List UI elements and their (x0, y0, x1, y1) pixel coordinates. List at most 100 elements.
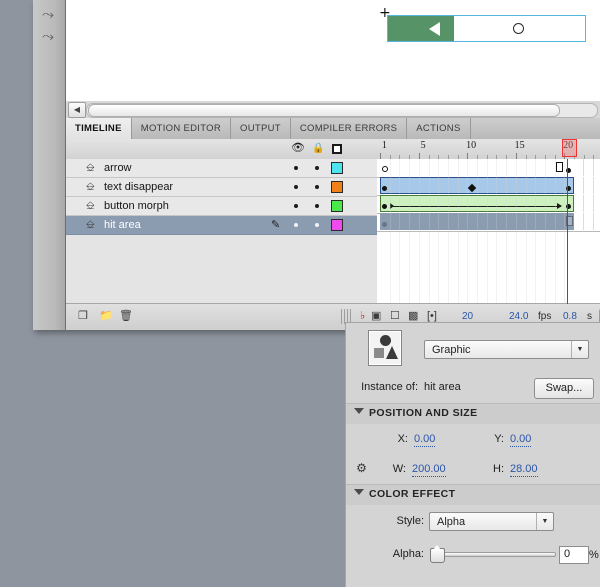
alpha-input[interactable]: 0 (559, 546, 589, 564)
elapsed-time-label: s (587, 311, 592, 322)
stage-canvas[interactable]: + (66, 0, 600, 102)
subselection-arrow-tool-icon[interactable]: ⤳ (37, 4, 59, 24)
layer-row-arrow[interactable]: ⎒ arrow (66, 159, 377, 178)
layer-color-swatch[interactable] (331, 181, 343, 193)
alpha-unit: % (589, 549, 599, 561)
x-value[interactable]: 0.00 (414, 432, 436, 447)
timeline-tab-bar: TIMELINE MOTION EDITOR OUTPUT COMPILER E… (66, 118, 600, 140)
frame-separator (506, 159, 508, 304)
tab-bar-filler (470, 118, 600, 139)
empty-frames[interactable] (574, 213, 600, 230)
frame-separator (457, 159, 459, 304)
symbol-type-dropdown[interactable]: Graphic ▼ (424, 340, 589, 359)
alpha-slider-knob[interactable] (430, 545, 445, 563)
layer-lock-dot[interactable] (315, 185, 319, 189)
empty-frames[interactable] (574, 177, 600, 194)
w-value[interactable]: 200.00 (412, 462, 446, 477)
folder-layer-icon: ⎒ (86, 162, 95, 174)
layer-lock-dot[interactable] (315, 223, 319, 227)
frame-grid[interactable] (377, 159, 600, 304)
frame-separator (554, 159, 556, 304)
instance-of-label: Instance of: (361, 381, 418, 393)
delete-layer-button[interactable]: 🗑 (119, 310, 133, 323)
layer-row-button-morph[interactable]: ⎒ button morph (66, 197, 377, 216)
folder-layer-icon: ⎒ (86, 200, 95, 212)
layer-color-swatch[interactable] (331, 162, 343, 174)
frame-separator (535, 159, 537, 304)
section-position-and-size[interactable]: POSITION AND SIZE (346, 403, 600, 425)
disclosure-triangle-icon[interactable] (354, 408, 364, 414)
frame-separator (438, 159, 440, 304)
ruler-label: 5 (420, 140, 426, 151)
keyframe[interactable] (381, 166, 388, 172)
frame-separator (409, 159, 411, 304)
layer-visibility-dot[interactable] (294, 223, 298, 227)
tab-actions[interactable]: ACTIONS (407, 118, 471, 139)
h-value[interactable]: 28.00 (510, 462, 538, 477)
stage-horizontal-scrollbar[interactable]: ◀ (66, 101, 600, 119)
constrain-proportions-icon[interactable]: ⚙ (354, 461, 369, 476)
empty-frames[interactable] (574, 159, 600, 176)
scrollbar-track[interactable] (86, 103, 598, 118)
frame-ruler[interactable]: 151015202530 (377, 139, 600, 160)
layer-name-label: text disappear (104, 181, 174, 193)
w-label: W: (392, 463, 406, 475)
button-artwork[interactable] (387, 15, 586, 42)
eye-icon[interactable]: 👁 (291, 142, 305, 155)
ruler-label: 1 (381, 140, 387, 151)
frame-separator (525, 159, 527, 304)
section-title: COLOR EFFECT (369, 488, 456, 500)
frame-separator (389, 159, 391, 304)
modify-markers-icon[interactable]: ♭ (360, 309, 365, 323)
swap-button[interactable]: Swap... (534, 378, 594, 399)
frame-separator (486, 159, 488, 304)
instance-of-row: Instance of: hit area Swap... (346, 371, 600, 404)
chevron-down-icon[interactable]: ▼ (571, 341, 588, 358)
tab-output[interactable]: OUTPUT (231, 118, 291, 139)
ruler-label: 10 (466, 140, 477, 151)
new-layer-button[interactable]: ❐ (78, 310, 88, 323)
keyframe[interactable] (381, 186, 387, 191)
new-folder-button[interactable]: 📁 (99, 310, 113, 323)
alpha-row: Alpha: 0 % (346, 537, 600, 571)
keyframe[interactable] (381, 222, 387, 227)
style-row: Style: Alpha ▼ (346, 505, 600, 538)
tab-compiler-errors[interactable]: COMPILER ERRORS (290, 118, 408, 139)
layer-lock-dot[interactable] (315, 204, 319, 208)
lock-icon[interactable]: 🔒 (312, 142, 324, 155)
color-style-dropdown[interactable]: Alpha ▼ (429, 512, 554, 531)
playhead-marker[interactable] (562, 139, 578, 157)
y-value[interactable]: 0.00 (510, 432, 532, 447)
pen-tool-icon[interactable]: ⤳ (37, 26, 59, 46)
layer-color-swatch[interactable] (331, 200, 343, 212)
section-color-effect[interactable]: COLOR EFFECT (346, 484, 600, 506)
frame-separator (418, 159, 420, 304)
layer-row-hit-area[interactable]: ⎒ hit area ✎ (66, 216, 377, 235)
scrollbar-thumb[interactable] (88, 104, 560, 117)
outline-square-icon[interactable] (332, 144, 342, 154)
layer-visibility-dot[interactable] (294, 204, 298, 208)
tools-panel: ⤳ ⤳ (33, 0, 66, 330)
layer-color-swatch[interactable] (331, 219, 343, 231)
layer-visibility-dot[interactable] (294, 185, 298, 189)
tab-motion-editor[interactable]: MOTION EDITOR (131, 118, 231, 139)
frame-separator (447, 159, 449, 304)
layer-lock-dot[interactable] (315, 166, 319, 170)
frame-separator (544, 159, 546, 304)
playhead-line[interactable] (567, 159, 569, 304)
keyframe[interactable] (381, 204, 387, 209)
square-shape-icon (374, 348, 384, 358)
color-style-value: Alpha (437, 516, 466, 528)
style-label: Style: (396, 515, 424, 527)
blank-keyframe[interactable] (556, 162, 564, 172)
chevron-down-icon[interactable]: ▼ (536, 513, 553, 530)
layer-name-label: hit area (104, 219, 141, 231)
layer-row-text-disappear[interactable]: ⎒ text disappear (66, 178, 377, 197)
frame-separator (467, 159, 469, 304)
empty-frames[interactable] (574, 195, 600, 212)
layer-visibility-dot[interactable] (294, 166, 298, 170)
tab-timeline[interactable]: TIMELINE (66, 118, 132, 139)
disclosure-triangle-icon[interactable] (354, 489, 364, 495)
alpha-slider-track[interactable] (436, 552, 556, 557)
scroll-left-arrow-icon[interactable]: ◀ (68, 102, 86, 118)
